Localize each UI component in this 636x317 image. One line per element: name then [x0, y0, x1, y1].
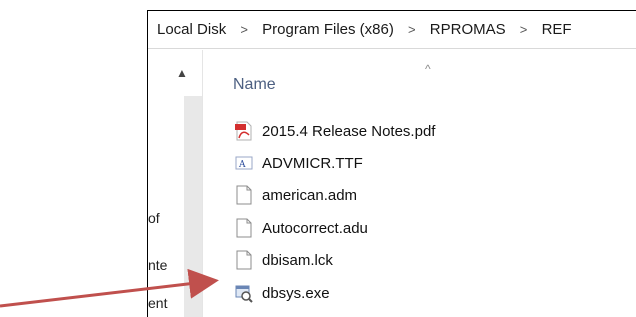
exe-icon — [235, 283, 253, 303]
pdf-icon — [235, 121, 253, 141]
breadcrumb-separator: > — [240, 22, 248, 37]
nav-truncated-text: of — [148, 210, 160, 226]
file-name: american.adm — [262, 187, 358, 204]
file-icon — [235, 250, 253, 270]
breadcrumb-program-files[interactable]: Program Files (x86) — [262, 11, 394, 48]
file-row[interactable]: Autocorrect.adu — [235, 217, 368, 241]
file-name: Autocorrect.adu — [262, 220, 368, 237]
file-row[interactable]: american.adm — [235, 184, 357, 208]
address-bar[interactable]: Local Disk > Program Files (x86) > RPROM… — [148, 11, 636, 49]
file-name: 2015.4 Release Notes.pdf — [262, 123, 436, 140]
document-text-fragment: ...achine or on the server — [0, 0, 636, 8]
navigation-pane: ▲ of nte ent — [148, 50, 203, 317]
svg-text:A: A — [238, 160, 246, 170]
file-explorer-window: Local Disk > Program Files (x86) > RPROM… — [147, 10, 636, 317]
file-name: ADVMICR.TTF — [262, 155, 363, 172]
breadcrumb-separator: > — [519, 22, 528, 37]
navigation-scrollbar[interactable] — [184, 96, 202, 317]
nav-truncated-text: ent — [148, 295, 168, 311]
file-icon — [235, 218, 253, 238]
file-name: dbsys.exe — [262, 285, 330, 302]
breadcrumb-separator: > — [408, 22, 416, 37]
scroll-up-arrow-icon[interactable]: ▲ — [176, 66, 188, 80]
breadcrumb-rpromas[interactable]: RPROMAS — [430, 11, 506, 48]
file-row[interactable]: dbisam.lck — [235, 249, 333, 273]
file-row[interactable]: A ADVMICR.TTF — [235, 152, 363, 176]
file-list-pane: ^ Name 2015.4 Release Notes.pdf A ADVMIC… — [203, 50, 636, 317]
sort-ascending-icon: ^ — [425, 62, 431, 76]
nav-truncated-text: nte — [148, 257, 168, 273]
column-header-name[interactable]: Name — [233, 76, 276, 94]
file-row[interactable]: dbsys.exe — [235, 282, 330, 306]
breadcrumb-local-disk[interactable]: Local Disk — [157, 11, 226, 48]
font-icon: A — [235, 153, 253, 173]
file-row[interactable]: 2015.4 Release Notes.pdf — [235, 120, 435, 144]
file-icon — [235, 185, 253, 205]
breadcrumb-ref[interactable]: REF — [542, 11, 572, 48]
file-name: dbisam.lck — [262, 252, 333, 269]
